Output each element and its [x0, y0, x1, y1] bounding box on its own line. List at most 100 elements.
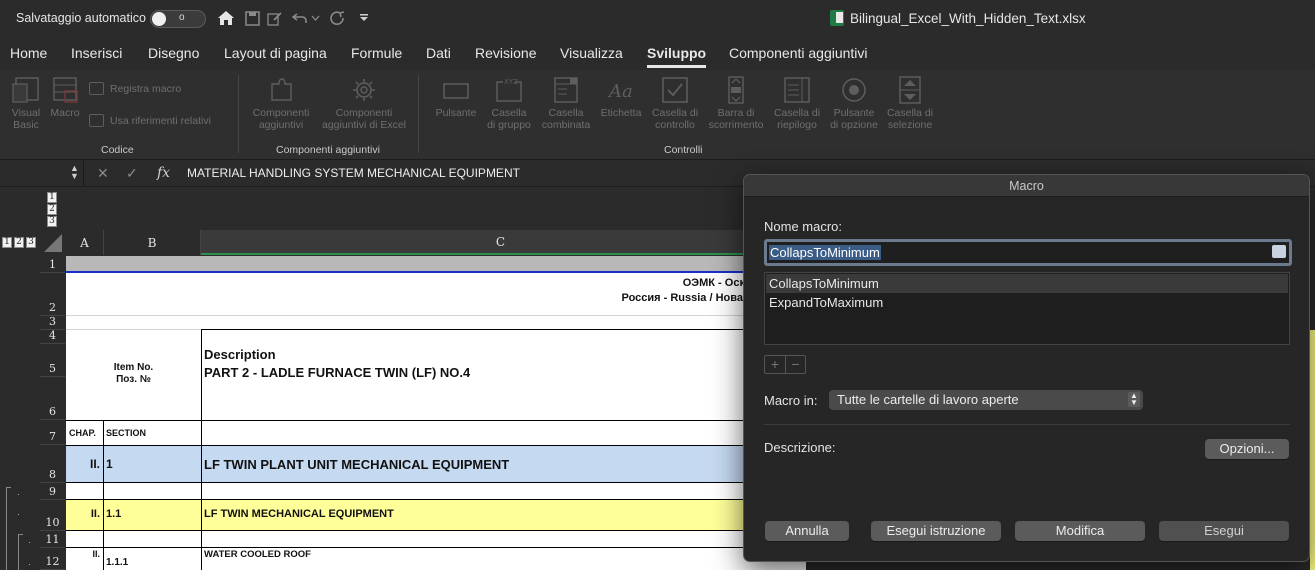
name-box[interactable]: ▲ ▼: [0, 161, 84, 186]
row-header-5[interactable]: 5: [40, 344, 65, 377]
row-header-4[interactable]: 4: [40, 329, 65, 344]
row-header-3[interactable]: 3: [40, 315, 65, 330]
cell-b8[interactable]: 1: [106, 457, 113, 471]
row-outline-level-3[interactable]: 3: [26, 237, 36, 248]
select-all-corner[interactable]: [40, 230, 65, 255]
column-outline-level-2[interactable]: 2: [47, 204, 57, 215]
cell-b10[interactable]: 1.1: [106, 508, 121, 520]
row-header-12[interactable]: 12: [40, 548, 65, 570]
registra-macro-button[interactable]: Registra macro: [89, 82, 181, 95]
componenti-excel-button[interactable]: Componenti aggiuntivi di Excel: [316, 76, 412, 131]
row-header-2[interactable]: 2: [40, 273, 65, 316]
macro-list-item[interactable]: CollapsToMinimum: [766, 274, 1288, 293]
cell-a8[interactable]: II.: [66, 457, 103, 471]
undo-icon[interactable]: [290, 8, 310, 28]
tab-home[interactable]: Home: [10, 45, 47, 61]
section-label[interactable]: SECTION: [106, 428, 146, 438]
tab-componenti-aggiuntivi[interactable]: Componenti aggiuntivi: [729, 45, 868, 61]
macro-name-input[interactable]: CollapsToMinimum: [764, 239, 1292, 266]
usa-riferimenti-relativi-button[interactable]: Usa riferimenti relativi: [89, 114, 211, 127]
macro-button[interactable]: Macro: [48, 76, 82, 119]
cell-c12[interactable]: WATER COOLED ROOF: [204, 549, 311, 560]
item-no-label[interactable]: Item No.: [66, 362, 201, 373]
row-outline-bracket[interactable]: [18, 534, 23, 570]
item-no-ru-label[interactable]: Поз. №: [66, 374, 201, 385]
tab-disegno[interactable]: Disegno: [148, 45, 199, 61]
macro-in-select[interactable]: Tutte le cartelle di lavoro aperte ▲ ▼: [829, 390, 1143, 410]
row-header-10[interactable]: 10: [40, 500, 65, 531]
visual-basic-button[interactable]: Visual Basic: [6, 76, 46, 131]
column-outline-level-3[interactable]: 3: [47, 216, 57, 227]
svg-text:Aa: Aa: [607, 81, 633, 102]
componenti-label: Componenti aggiuntivi: [252, 107, 310, 131]
run-button[interactable]: Esegui: [1159, 521, 1289, 541]
macro-list[interactable]: CollapsToMinimum ExpandToMaximum: [764, 272, 1290, 345]
cancel-button[interactable]: Annulla: [765, 521, 849, 541]
casella-di-controllo-button[interactable]: Casella di controllo: [648, 76, 702, 131]
casella-di-gruppo-button[interactable]: XYZ Casella di gruppo: [484, 76, 534, 131]
row-header-6[interactable]: 6: [40, 377, 65, 420]
casella-di-riepilogo-button[interactable]: Casella di riepilogo: [768, 76, 826, 131]
part-title[interactable]: PART 2 - LADLE FURNACE TWIN (LF) NO.4: [204, 365, 470, 380]
cell-a10[interactable]: II.: [66, 508, 103, 520]
pulsante-button[interactable]: Pulsante: [431, 76, 481, 119]
row-outline-level-1[interactable]: 1: [2, 237, 12, 248]
tab-visualizza[interactable]: Visualizza: [560, 45, 623, 61]
cell-a12[interactable]: II.: [66, 549, 103, 559]
block-border: [66, 530, 806, 531]
record-macro-icon: [89, 82, 104, 95]
title-bar: Salvataggio automatico o Bilingual_Excel: [0, 0, 1315, 38]
tab-revisione[interactable]: Revisione: [475, 45, 536, 61]
tab-layout-di-pagina[interactable]: Layout di pagina: [224, 45, 327, 61]
edit-icon[interactable]: [265, 8, 285, 28]
chap-label[interactable]: CHAP.: [69, 428, 96, 438]
formula-input[interactable]: MATERIAL HANDLING SYSTEM MECHANICAL EQUI…: [187, 166, 520, 180]
outline-dot: ·: [28, 537, 31, 547]
column-header-a[interactable]: A: [66, 230, 104, 255]
contact-card-icon[interactable]: [1272, 245, 1286, 258]
options-button[interactable]: Opzioni...: [1205, 439, 1289, 459]
column-outline-level-1[interactable]: 1: [47, 192, 57, 203]
redo-icon[interactable]: [328, 8, 348, 28]
description-label[interactable]: Description: [204, 347, 276, 362]
row-outline-level-2[interactable]: 2: [14, 237, 24, 248]
add-macro-button[interactable]: +: [765, 356, 785, 373]
barra-di-scorrimento-button[interactable]: Barra di scorrimento: [704, 76, 768, 131]
cell-c10[interactable]: LF TWIN MECHANICAL EQUIPMENT: [204, 508, 394, 520]
casella-combinata-button[interactable]: Casella combinata: [538, 76, 594, 131]
column-header-b[interactable]: B: [104, 230, 201, 255]
dialog-title-bar[interactable]: Macro: [744, 175, 1309, 197]
componenti-aggiuntivi-button[interactable]: Componenti aggiuntivi: [247, 76, 315, 131]
undo-dropdown-icon[interactable]: [309, 8, 321, 28]
tab-formule[interactable]: Formule: [351, 45, 402, 61]
ribbon-panel: Visual Basic Macro Registra macro Usa ri…: [0, 70, 1315, 160]
tab-sviluppo[interactable]: Sviluppo: [647, 45, 707, 68]
casella-di-selezione-button[interactable]: Casella di selezione: [882, 76, 938, 131]
save-icon[interactable]: [242, 8, 262, 28]
pulsante-di-opzione-button[interactable]: Pulsante di opzione: [826, 76, 882, 131]
column-header-c[interactable]: C: [201, 230, 801, 255]
row-outline-bracket[interactable]: [6, 487, 11, 570]
tab-inserisci[interactable]: Inserisci: [71, 45, 122, 61]
row-header-8[interactable]: 8: [40, 445, 65, 483]
cancel-formula-icon[interactable]: ✕: [97, 165, 109, 182]
home-icon[interactable]: [216, 8, 236, 28]
cell-c8[interactable]: LF TWIN PLANT UNIT MECHANICAL EQUIPMENT: [204, 457, 509, 472]
row-header-1[interactable]: 1: [40, 256, 65, 273]
etichetta-button[interactable]: Aa Etichetta: [596, 76, 646, 119]
row-header-7[interactable]: 7: [40, 420, 65, 445]
remove-macro-button[interactable]: −: [785, 356, 805, 373]
row-header-9[interactable]: 9: [40, 483, 65, 500]
confirm-formula-icon[interactable]: ✓: [126, 165, 138, 182]
tab-dati[interactable]: Dati: [426, 45, 451, 61]
customize-toolbar-icon[interactable]: [354, 8, 374, 28]
step-into-button[interactable]: Esegui istruzione: [871, 521, 1001, 541]
row-header-11[interactable]: 11: [40, 531, 65, 548]
edit-button[interactable]: Modifica: [1015, 521, 1145, 541]
cell-b12[interactable]: 1.1.1: [106, 557, 128, 568]
macro-list-item[interactable]: ExpandToMaximum: [766, 293, 1288, 312]
name-box-stepper-icon[interactable]: ▲ ▼: [70, 164, 79, 181]
group-label-controlli: Controlli: [664, 144, 703, 156]
fx-icon[interactable]: fx: [157, 165, 170, 181]
autosave-toggle[interactable]: o: [150, 10, 206, 28]
